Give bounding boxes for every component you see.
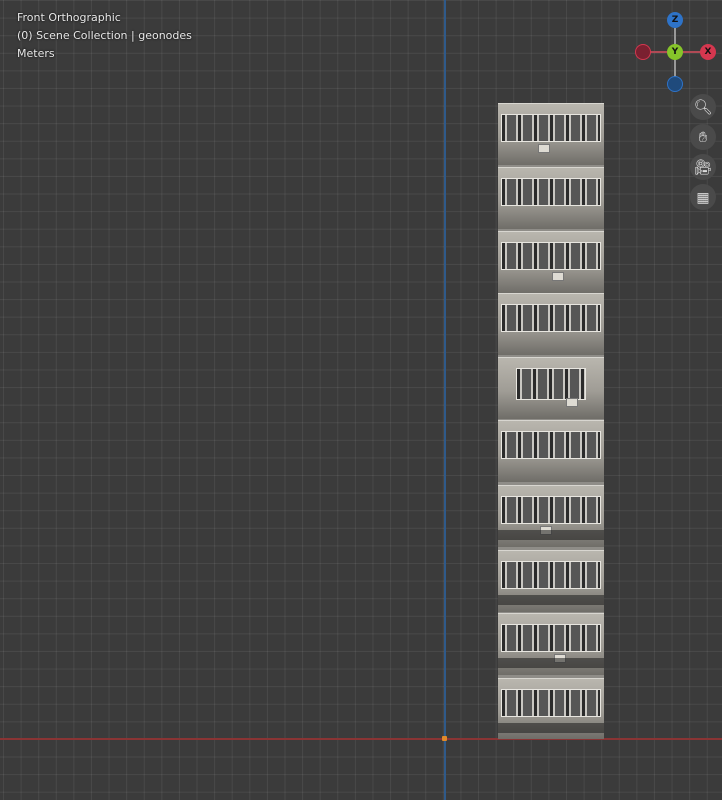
zoom-button[interactable]: 🔍︎ (690, 94, 716, 120)
building-floor (498, 231, 604, 293)
building-floor (498, 485, 604, 547)
zoom-icon: 🔍︎ (693, 98, 713, 116)
building-floor (498, 678, 604, 739)
building-floor (498, 103, 604, 165)
units-label: Meters (17, 47, 55, 60)
3d-viewport[interactable]: Front Orthographic (0) Scene Collection … (0, 0, 722, 800)
window-band (501, 496, 601, 524)
object-origin-point (442, 736, 447, 741)
building-floor (498, 167, 604, 229)
grid-icon: ▦ (696, 190, 710, 206)
window-band (501, 624, 601, 652)
gizmo-x-axis-ball[interactable]: X (700, 44, 716, 60)
camera-view-button[interactable]: 🎥︎ (690, 154, 716, 180)
building-floor (498, 420, 604, 482)
ac-unit (552, 272, 564, 281)
facade-stain (498, 595, 604, 605)
building-floor (498, 613, 604, 675)
ac-unit (566, 398, 578, 407)
gizmo-z-axis-ball[interactable]: Z (667, 12, 683, 28)
facade-stain (498, 723, 604, 733)
building-floor (498, 550, 604, 612)
toggle-ortho-button[interactable]: ▦ (690, 184, 716, 210)
camera-icon: 🎥︎ (693, 158, 713, 176)
x-axis-line (0, 738, 722, 740)
gizmo-neg-x-axis-ball[interactable] (635, 44, 651, 60)
window-band (501, 431, 601, 459)
gizmo-neg-z-axis-ball[interactable] (667, 76, 683, 92)
building-floor (498, 357, 604, 419)
pan-button[interactable]: ✋︎ (690, 124, 716, 150)
facade-stain (498, 658, 604, 668)
view-name-label: Front Orthographic (17, 11, 121, 24)
building-floor (498, 293, 604, 355)
window-band (516, 368, 586, 400)
window-band (501, 304, 601, 332)
ac-unit (538, 144, 550, 153)
window-band (501, 114, 601, 142)
hand-icon: ✋︎ (698, 128, 708, 146)
navigation-gizmo[interactable]: Z X Y (632, 10, 718, 94)
window-band (501, 689, 601, 717)
facade-stain (498, 530, 604, 540)
z-axis-line (444, 0, 446, 800)
building-strip-object[interactable] (498, 103, 604, 739)
window-band (501, 178, 601, 206)
collection-info-label: (0) Scene Collection | geonodes (17, 29, 192, 42)
window-band (501, 561, 601, 589)
window-band (501, 242, 601, 270)
gizmo-y-axis-ball[interactable]: Y (667, 44, 683, 60)
